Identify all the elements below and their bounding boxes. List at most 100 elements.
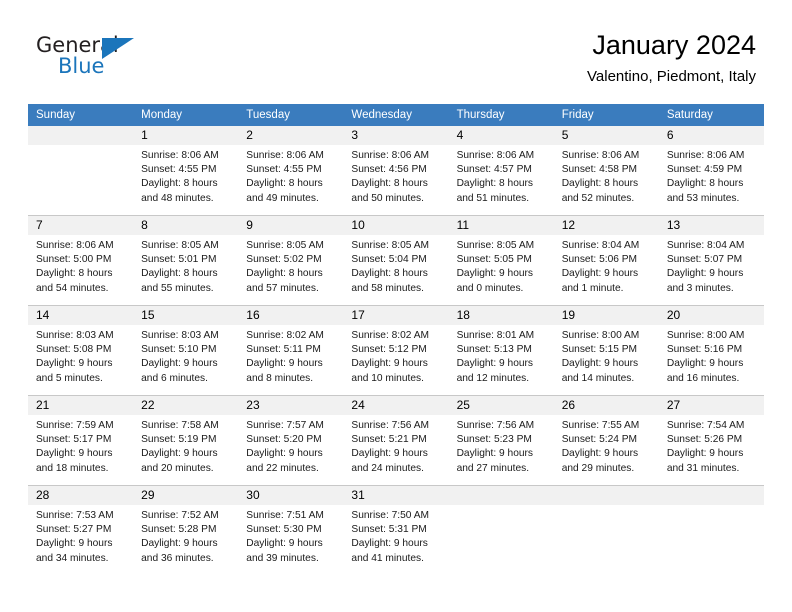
daylight-text-line1: Daylight: 9 hours [666,268,744,280]
sunrise-text: Sunrise: 8:00 AM [666,330,745,341]
calendar-week: 21 Sunrise: 7:59 AM Sunset: 5:17 PM Dayligh… [28,395,764,485]
calendar-day-cell[interactable]: 10 Sunrise: 8:05 AM Sunset: 5:04 PM Dayligh… [343,216,449,305]
calendar-day-cell[interactable]: 13 Sunrise: 8:04 AM Sunset: 5:07 PM Dayligh… [658,216,764,305]
calendar-day-cell[interactable]: 21 Sunrise: 7:59 AM Sunset: 5:17 PM Dayligh… [28,396,134,485]
daylight-text-line1: Daylight: 8 hours [351,268,428,280]
sunset-text: Sunset: 5:23 PM [456,434,532,446]
calendar-day-cell[interactable]: 27 Sunrise: 7:54 AM Sunset: 5:26 PM Dayligh… [658,396,764,485]
week-row: 28 Sunrise: 7:53 AM Sunset: 5:27 PM Dayligh… [28,486,764,575]
daylight-text-line1: Daylight: 8 hours [36,268,113,280]
day-sun-info: Sunrise: 8:06 AM Sunset: 4:55 PM Daylight:… [133,145,238,206]
calendar-day-cell[interactable]: 25 Sunrise: 7:56 AM Sunset: 5:23 PM Dayligh… [448,396,554,485]
day-number: 24 [343,396,449,415]
daylight-text-line2: and 24 minutes. [351,462,424,474]
calendar-day-cell[interactable]: 12 Sunrise: 8:04 AM Sunset: 5:06 PM Dayligh… [553,216,659,305]
daylight-text-line1: Daylight: 9 hours [246,358,323,370]
day-number: 13 [658,216,764,235]
day-number [658,486,764,505]
calendar-day-cell[interactable]: 18 Sunrise: 8:01 AM Sunset: 5:13 PM Dayligh… [448,306,554,395]
daylight-text-line1: Daylight: 9 hours [36,358,113,370]
sunset-text: Sunset: 5:02 PM [246,254,322,266]
day-sun-info: Sunrise: 8:02 AM Sunset: 5:12 PM Daylight:… [343,325,448,386]
day-number: 18 [448,306,554,325]
daylight-text-line1: Daylight: 9 hours [456,268,534,280]
calendar-day-cell[interactable]: 5 Sunrise: 8:06 AM Sunset: 4:58 PM Daylight… [553,126,659,215]
calendar-day-cell[interactable]: 30 Sunrise: 7:51 AM Sunset: 5:30 PM Dayligh… [238,486,344,575]
daylight-text-line1: Daylight: 8 hours [456,178,534,190]
daylight-text-line2: and 29 minutes. [561,462,635,474]
daylight-text-line2: and 6 minutes. [141,372,208,384]
sunset-text: Sunset: 4:56 PM [351,164,427,176]
daylight-text-line1: Daylight: 8 hours [141,268,218,280]
daylight-text-line2: and 5 minutes. [36,372,103,384]
calendar-grid: Sunday Monday Tuesday Wednesday Thursday… [28,104,764,575]
daylight-text-line1: Daylight: 9 hours [36,448,113,460]
calendar-day-cell[interactable]: 24 Sunrise: 7:56 AM Sunset: 5:21 PM Dayligh… [343,396,449,485]
daylight-text-line2: and 22 minutes. [246,462,319,474]
sunrise-text: Sunrise: 8:03 AM [36,330,114,341]
daylight-text-line1: Daylight: 9 hours [561,268,639,280]
sunset-text: Sunset: 5:05 PM [456,254,532,266]
day-sun-info: Sunrise: 8:06 AM Sunset: 4:58 PM Daylight:… [554,145,659,206]
day-number: 5 [553,126,659,145]
calendar-day-cell[interactable]: 4 Sunrise: 8:06 AM Sunset: 4:57 PM Daylight… [448,126,554,215]
day-sun-info: Sunrise: 8:02 AM Sunset: 5:11 PM Daylight:… [238,325,343,386]
calendar-day-cell[interactable]: 29 Sunrise: 7:52 AM Sunset: 5:28 PM Dayligh… [133,486,239,575]
calendar-day-cell[interactable]: 11 Sunrise: 8:05 AM Sunset: 5:05 PM Dayligh… [448,216,554,305]
calendar-day-cell[interactable]: 16 Sunrise: 8:02 AM Sunset: 5:11 PM Dayligh… [238,306,344,395]
sunset-text: Sunset: 5:24 PM [561,434,638,446]
calendar-day-cell[interactable]: 9 Sunrise: 8:05 AM Sunset: 5:02 PM Daylight… [238,216,344,305]
calendar-day-cell[interactable]: 15 Sunrise: 8:03 AM Sunset: 5:10 PM Dayligh… [133,306,239,395]
calendar-day-cell[interactable]: 19 Sunrise: 8:00 AM Sunset: 5:15 PM Dayligh… [553,306,659,395]
day-sun-info: Sunrise: 8:06 AM Sunset: 4:56 PM Daylight:… [343,145,448,206]
calendar-day-cell[interactable]: 7 Sunrise: 8:06 AM Sunset: 5:00 PM Daylight… [28,216,134,305]
calendar-week: 7 Sunrise: 8:06 AM Sunset: 5:00 PM Daylight… [28,215,764,305]
calendar-day-cell[interactable]: 17 Sunrise: 8:02 AM Sunset: 5:12 PM Dayligh… [343,306,449,395]
calendar-day-cell[interactable]: 31 Sunrise: 7:50 AM Sunset: 5:31 PM Dayligh… [343,486,449,575]
sunset-text: Sunset: 5:16 PM [666,344,743,356]
day-number: 7 [28,216,134,235]
calendar-day-cell[interactable]: 23 Sunrise: 7:57 AM Sunset: 5:20 PM Dayligh… [238,396,344,485]
daylight-text-line2: and 52 minutes. [561,192,635,204]
daylight-text-line1: Daylight: 9 hours [246,448,323,460]
generalblue-logo[interactable]: General Blue [36,33,166,85]
daylight-text-line2: and 39 minutes. [246,552,319,564]
sunset-text: Sunset: 4:55 PM [141,164,217,176]
calendar-day-cell[interactable]: 20 Sunrise: 8:00 AM Sunset: 5:16 PM Dayligh… [658,306,764,395]
calendar-day-cell[interactable]: 8 Sunrise: 8:05 AM Sunset: 5:01 PM Daylight… [133,216,239,305]
calendar-day-cell[interactable]: 14 Sunrise: 8:03 AM Sunset: 5:08 PM Dayligh… [28,306,134,395]
calendar-day-cell[interactable]: 6 Sunrise: 8:06 AM Sunset: 4:59 PM Daylight… [658,126,764,215]
day-sun-info: Sunrise: 7:56 AM Sunset: 5:21 PM Daylight:… [343,415,448,476]
daylight-text-line1: Daylight: 9 hours [36,538,113,550]
weekday-header-thursday: Thursday [456,109,505,121]
calendar-day-cell[interactable]: 2 Sunrise: 8:06 AM Sunset: 4:55 PM Daylight… [238,126,344,215]
day-number: 17 [343,306,449,325]
logo-triangle-icon [102,38,134,59]
day-sun-info: Sunrise: 7:56 AM Sunset: 5:23 PM Daylight:… [449,415,554,476]
day-number: 14 [28,306,134,325]
day-number [28,126,134,145]
sunset-text: Sunset: 5:26 PM [666,434,743,446]
day-number: 25 [448,396,554,415]
daylight-text-line2: and 20 minutes. [141,462,214,474]
sunset-text: Sunset: 5:30 PM [246,524,322,536]
calendar-day-cell[interactable]: 1 Sunrise: 8:06 AM Sunset: 4:55 PM Daylight… [133,126,239,215]
day-sun-info: Sunrise: 8:06 AM Sunset: 4:59 PM Daylight:… [659,145,764,206]
sunrise-text: Sunrise: 8:00 AM [561,330,640,341]
day-number: 15 [133,306,239,325]
day-sun-info: Sunrise: 7:54 AM Sunset: 5:26 PM Daylight:… [659,415,764,476]
day-number: 10 [343,216,449,235]
day-number: 6 [658,126,764,145]
day-number: 3 [343,126,449,145]
page-subtitle: Valentino, Piedmont, Italy [587,68,756,85]
day-number: 4 [448,126,554,145]
calendar-day-cell[interactable]: 3 Sunrise: 8:06 AM Sunset: 4:56 PM Daylight… [343,126,449,215]
daylight-text-line1: Daylight: 9 hours [456,448,534,460]
daylight-text-line2: and 58 minutes. [351,282,424,294]
calendar-day-cell[interactable]: 22 Sunrise: 7:58 AM Sunset: 5:19 PM Dayligh… [133,396,239,485]
day-sun-info: Sunrise: 7:52 AM Sunset: 5:28 PM Daylight:… [133,505,238,566]
sunset-text: Sunset: 5:15 PM [561,344,638,356]
calendar-day-cell[interactable]: 26 Sunrise: 7:55 AM Sunset: 5:24 PM Dayligh… [553,396,659,485]
sunrise-text: Sunrise: 7:55 AM [561,420,640,431]
calendar-day-cell[interactable]: 28 Sunrise: 7:53 AM Sunset: 5:27 PM Dayligh… [28,486,134,575]
